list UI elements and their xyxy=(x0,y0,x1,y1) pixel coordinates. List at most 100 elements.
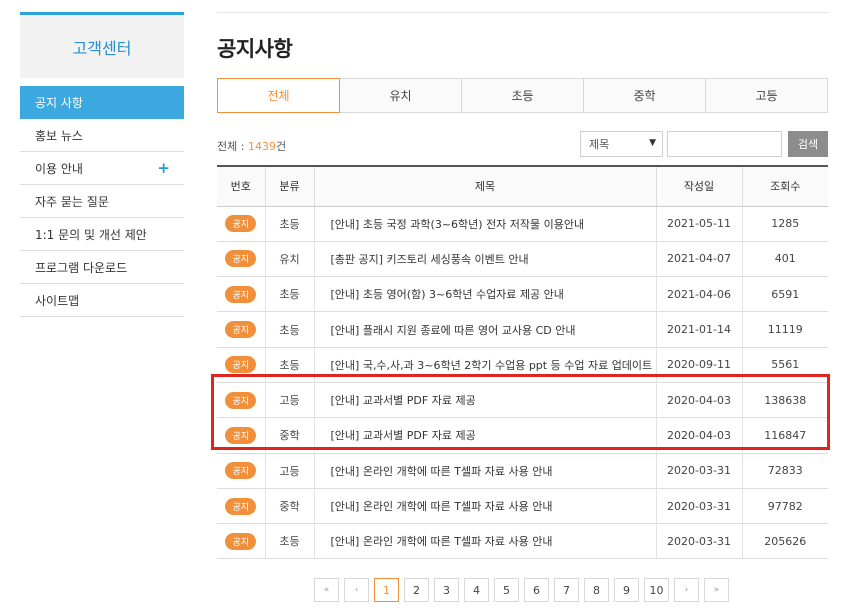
page-button-6[interactable]: 6 xyxy=(524,578,549,602)
page-title: 공지사항 xyxy=(217,37,293,61)
row-category: 초등 xyxy=(264,206,314,242)
plus-icon[interactable]: + xyxy=(157,159,170,177)
row-subject-link[interactable]: [안내] 플래시 지원 종료에 따른 영어 교사용 CD 안내 xyxy=(313,311,656,348)
page-button-3[interactable]: 3 xyxy=(434,578,459,602)
row-views: 97782 xyxy=(741,488,828,525)
total-unit: 건 xyxy=(275,140,287,153)
sidebar-menu: 공지 사항 홍보 뉴스 이용 안내 + 자주 묻는 질문 1:1 문의 및 개선 … xyxy=(20,86,184,317)
tab-kindergarten[interactable]: 유치 xyxy=(340,78,462,113)
row-subject-link[interactable]: [안내] 초등 영어(함) 3~6학년 수업자료 제공 안내 xyxy=(313,276,656,313)
table-row[interactable]: 공지 초등 [안내] 플래시 지원 종료에 따른 영어 교사용 CD 안내 2021-… xyxy=(217,311,828,348)
row-badge-cell: 공지 xyxy=(217,276,265,313)
row-date: 2020-03-31 xyxy=(655,488,742,525)
total-label: 전체 : xyxy=(217,140,248,153)
row-date: 2021-04-07 xyxy=(655,241,742,278)
tab-all[interactable]: 전체 xyxy=(217,78,340,113)
sidebar-item-label: 프로그램 다운로드 xyxy=(35,260,128,275)
table-row[interactable]: 공지 유치 [총판 공지] 키즈토리 세싱풍속 이벤트 안내 2021-04-07 40… xyxy=(217,241,828,278)
row-views: 205626 xyxy=(741,523,828,560)
sidebar-item-faq[interactable]: 자주 묻는 질문 xyxy=(20,185,184,218)
row-subject-link[interactable]: [안내] 교과서별 PDF 자료 제공 xyxy=(313,417,656,454)
row-subject-link[interactable]: [안내] 온라인 개학에 따른 T셀파 자료 사용 안내 xyxy=(313,523,656,560)
table-header-row: 번호 분류 제목 작성일 조회수 xyxy=(217,165,828,207)
page-button-10[interactable]: 10 xyxy=(644,578,669,602)
first-page-button[interactable]: « xyxy=(314,578,339,602)
row-badge-cell: 공지 xyxy=(217,206,265,242)
sidebar-item-news[interactable]: 홍보 뉴스 xyxy=(20,119,184,152)
chevron-down-icon: ▼ xyxy=(649,138,656,148)
row-badge-cell: 공지 xyxy=(217,311,265,348)
row-date: 2021-04-06 xyxy=(655,276,742,313)
notice-badge: 공지 xyxy=(225,285,257,303)
page-button-8[interactable]: 8 xyxy=(584,578,609,602)
page-button-7[interactable]: 7 xyxy=(554,578,579,602)
row-date: 2020-03-31 xyxy=(655,523,742,560)
search-field-value: 제목 xyxy=(589,138,610,151)
notice-badge: 공지 xyxy=(225,215,257,233)
next-page-button[interactable]: › xyxy=(674,578,699,602)
table-row[interactable]: 공지 중학 [안내] 교과서별 PDF 자료 제공 2020-04-03 116847 xyxy=(217,417,828,454)
header-category: 분류 xyxy=(264,165,314,207)
total-count: 전체 : 1439건 xyxy=(217,138,286,154)
row-category: 초등 xyxy=(264,311,314,348)
page-button-9[interactable]: 9 xyxy=(614,578,639,602)
page-button-5[interactable]: 5 xyxy=(494,578,519,602)
search-button[interactable]: 검색 xyxy=(788,131,828,157)
sidebar-item-label: 이용 안내 xyxy=(35,161,83,176)
search-input[interactable] xyxy=(667,131,782,157)
page-button-1[interactable]: 1 xyxy=(374,578,399,602)
sidebar-title: 고객센터 xyxy=(20,12,184,78)
table-row[interactable]: 공지 초등 [안내] 초등 국정 과학(3~6학년) 전자 저작물 이용안내 2021… xyxy=(217,206,828,242)
tab-high[interactable]: 고등 xyxy=(706,78,828,113)
row-views: 72833 xyxy=(741,453,828,489)
table-row[interactable]: 공지 고등 [안내] 온라인 개학에 따른 T셀파 자료 사용 안내 2020-03-… xyxy=(217,453,828,489)
notice-badge: 공지 xyxy=(225,356,257,374)
row-category: 초등 xyxy=(264,276,314,313)
prev-page-button[interactable]: ‹ xyxy=(344,578,369,602)
row-category: 유치 xyxy=(264,241,314,278)
total-number: 1439 xyxy=(247,140,276,153)
row-subject-link[interactable]: [안내] 초등 국정 과학(3~6학년) 전자 저작물 이용안내 xyxy=(313,206,656,242)
sidebar-item-inquiry[interactable]: 1:1 문의 및 개선 제안 xyxy=(20,218,184,251)
table-row[interactable]: 공지 초등 [안내] 초등 영어(함) 3~6학년 수업자료 제공 안내 2021-0… xyxy=(217,276,828,313)
notice-badge: 공지 xyxy=(225,250,257,268)
notice-badge: 공지 xyxy=(225,426,257,444)
tab-elementary[interactable]: 초등 xyxy=(462,78,584,113)
sidebar-item-label: 공지 사항 xyxy=(35,95,83,110)
sidebar-item-download[interactable]: 프로그램 다운로드 xyxy=(20,251,184,284)
tab-middle[interactable]: 중학 xyxy=(584,78,706,113)
row-views: 138638 xyxy=(741,382,828,419)
row-subject-link[interactable]: [총판 공지] 키즈토리 세싱풍속 이벤트 안내 xyxy=(313,241,656,278)
search-field-select[interactable]: 제목 ▼ xyxy=(580,131,663,157)
sidebar-item-sitemap[interactable]: 사이트맵 xyxy=(20,284,184,317)
row-category: 초등 xyxy=(264,347,314,383)
row-badge-cell: 공지 xyxy=(217,453,265,489)
page-button-4[interactable]: 4 xyxy=(464,578,489,602)
table-row[interactable]: 공지 초등 [안내] 국,수,사,과 3~6학년 2학기 수업용 ppt 등 수업 … xyxy=(217,347,828,383)
notice-badge: 공지 xyxy=(225,497,257,515)
row-category: 중학 xyxy=(264,488,314,525)
row-views: 116847 xyxy=(741,417,828,454)
header-date: 작성일 xyxy=(655,165,742,207)
sidebar-item-label: 사이트맵 xyxy=(35,293,80,308)
row-date: 2020-03-31 xyxy=(655,453,742,489)
sidebar-item-guide[interactable]: 이용 안내 + xyxy=(20,152,184,185)
row-subject-link[interactable]: [안내] 온라인 개학에 따른 T셀파 자료 사용 안내 xyxy=(313,453,656,489)
last-page-button[interactable]: » xyxy=(704,578,729,602)
table-row[interactable]: 공지 고등 [안내] 교과서별 PDF 자료 제공 2020-04-03 138638 xyxy=(217,382,828,419)
row-subject-link[interactable]: [안내] 온라인 개학에 따른 T셀파 자료 사용 안내 xyxy=(313,488,656,525)
notice-badge: 공지 xyxy=(225,462,257,480)
table-row[interactable]: 공지 초등 [안내] 온라인 개학에 따른 T셀파 자료 사용 안내 2020-03-… xyxy=(217,523,828,560)
divider xyxy=(217,12,828,13)
header-subject: 제목 xyxy=(313,165,656,207)
table-row[interactable]: 공지 중학 [안내] 온라인 개학에 따른 T셀파 자료 사용 안내 2020-03-… xyxy=(217,488,828,525)
pagination: « ‹ 1 2 3 4 5 6 7 8 9 10 › » xyxy=(314,578,729,602)
sidebar-item-notice[interactable]: 공지 사항 xyxy=(20,86,184,119)
page-button-2[interactable]: 2 xyxy=(404,578,429,602)
row-subject-link[interactable]: [안내] 교과서별 PDF 자료 제공 xyxy=(313,382,656,419)
notice-table: 번호 분류 제목 작성일 조회수 공지 초등 [안내] 초등 국정 과학(3~6학년… xyxy=(217,165,828,560)
row-category: 중학 xyxy=(264,417,314,454)
header-views: 조회수 xyxy=(741,165,828,207)
row-subject-link[interactable]: [안내] 국,수,사,과 3~6학년 2학기 수업용 ppt 등 수업 자료 업… xyxy=(313,347,656,383)
row-views: 11119 xyxy=(741,311,828,348)
